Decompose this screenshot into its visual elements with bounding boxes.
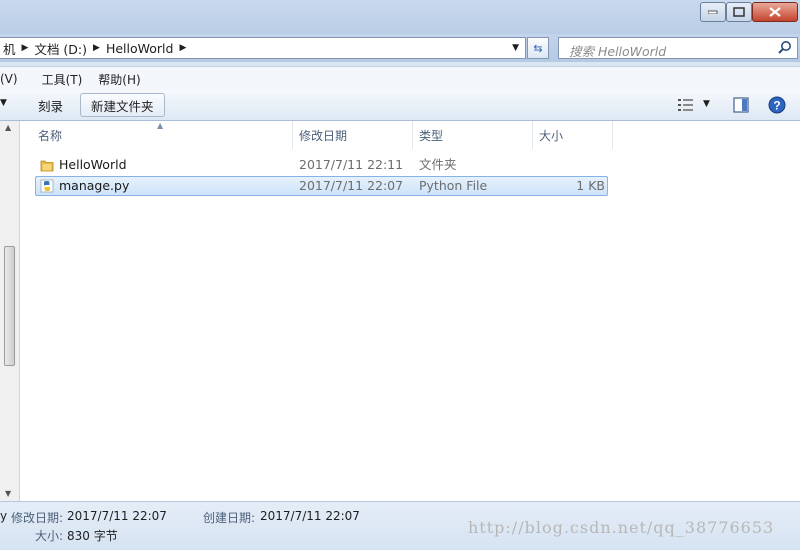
column-header-date[interactable]: 修改日期 [293, 121, 413, 149]
chevron-right-icon[interactable]: ▶ [179, 43, 186, 53]
file-date: 2017/7/11 22:11 [299, 157, 404, 172]
breadcrumb-item[interactable]: 机 [3, 39, 16, 58]
search-box[interactable]: 搜索 HelloWorld [558, 37, 798, 59]
chevron-down-icon[interactable]: ▼ [703, 99, 710, 109]
svg-text:?: ? [773, 99, 780, 113]
command-bar: ▼ 刻录 新建文件夹 ▼ ? [0, 90, 800, 121]
scrollbar-thumb[interactable] [4, 246, 15, 366]
minimize-button[interactable] [700, 2, 726, 22]
close-button[interactable] [752, 2, 798, 22]
chevron-down-icon[interactable]: ▼ [512, 43, 519, 53]
chevron-right-icon[interactable]: ▶ [22, 43, 29, 53]
view-options-icon[interactable] [678, 98, 694, 112]
menu-view[interactable]: (V) [0, 72, 26, 86]
scroll-up-icon[interactable]: ▲ [5, 123, 11, 132]
breadcrumb-item[interactable]: HelloWorld [106, 41, 174, 56]
created-label: 创建日期: [203, 511, 256, 525]
created-value: 2017/7/11 22:07 [260, 509, 360, 523]
modified-value: 2017/7/11 22:07 [67, 509, 167, 523]
chevron-right-icon[interactable]: ▶ [93, 43, 100, 53]
folder-icon [40, 160, 54, 172]
search-icon[interactable] [777, 40, 793, 56]
address-bar[interactable]: 机 ▶ 文档 (D:) ▶ HelloWorld ▶ ▼ [0, 37, 526, 59]
file-size: 1 KB [576, 178, 605, 193]
column-header-name[interactable]: 名称 [32, 121, 293, 149]
refresh-icon: ⇆ [533, 41, 543, 55]
scroll-down-icon[interactable]: ▼ [5, 489, 11, 498]
file-type: 文件夹 [419, 157, 457, 172]
title-bar [0, 0, 800, 34]
file-name: HelloWorld [59, 157, 127, 172]
file-type: Python File [419, 178, 488, 193]
maximize-button[interactable] [726, 2, 752, 22]
file-name: manage.py [59, 178, 130, 193]
watermark: http://blog.csdn.net/qq_38776653 [468, 518, 775, 537]
file-list[interactable]: ▲ 名称 修改日期 类型 大小 HelloWorld 2017/7/11 22:… [20, 121, 800, 501]
preview-pane-icon[interactable] [733, 97, 749, 113]
breadcrumb-item[interactable]: 文档 (D:) [34, 39, 87, 58]
python-file-icon [40, 179, 54, 193]
list-item[interactable]: HelloWorld 2017/7/11 22:11 文件夹 [35, 155, 608, 175]
size-value: 830 字节 [67, 529, 118, 543]
file-size [525, 155, 605, 175]
size-label: 大小: [35, 529, 64, 543]
new-folder-button[interactable]: 新建文件夹 [80, 93, 165, 117]
file-date: 2017/7/11 22:07 [299, 178, 404, 193]
menu-bar: (V) 工具(T) 帮助(H) [0, 66, 800, 91]
chevron-down-icon[interactable]: ▼ [0, 98, 7, 108]
menu-tools[interactable]: 工具(T) [34, 71, 91, 88]
navigation-pane[interactable]: ▲ ▼ [0, 121, 20, 501]
maximize-icon [733, 7, 745, 17]
column-header-size[interactable]: 大小 [533, 121, 613, 149]
help-icon[interactable]: ? [768, 96, 786, 114]
minimize-icon [708, 10, 718, 14]
refresh-button[interactable]: ⇆ [527, 37, 549, 59]
menu-help[interactable]: 帮助(H) [90, 71, 148, 88]
list-item[interactable]: manage.py 2017/7/11 22:07 Python File 1 … [35, 176, 608, 196]
column-header-type[interactable]: 类型 [413, 121, 533, 149]
search-placeholder: 搜索 HelloWorld [569, 44, 667, 59]
address-row: 机 ▶ 文档 (D:) ▶ HelloWorld ▶ ▼ ⇆ 搜索 HelloW… [0, 34, 800, 62]
burn-button[interactable]: 刻录 [28, 93, 73, 117]
modified-label: 修改日期: [11, 511, 64, 525]
close-icon [769, 7, 781, 17]
details-file-name: y [0, 509, 8, 523]
